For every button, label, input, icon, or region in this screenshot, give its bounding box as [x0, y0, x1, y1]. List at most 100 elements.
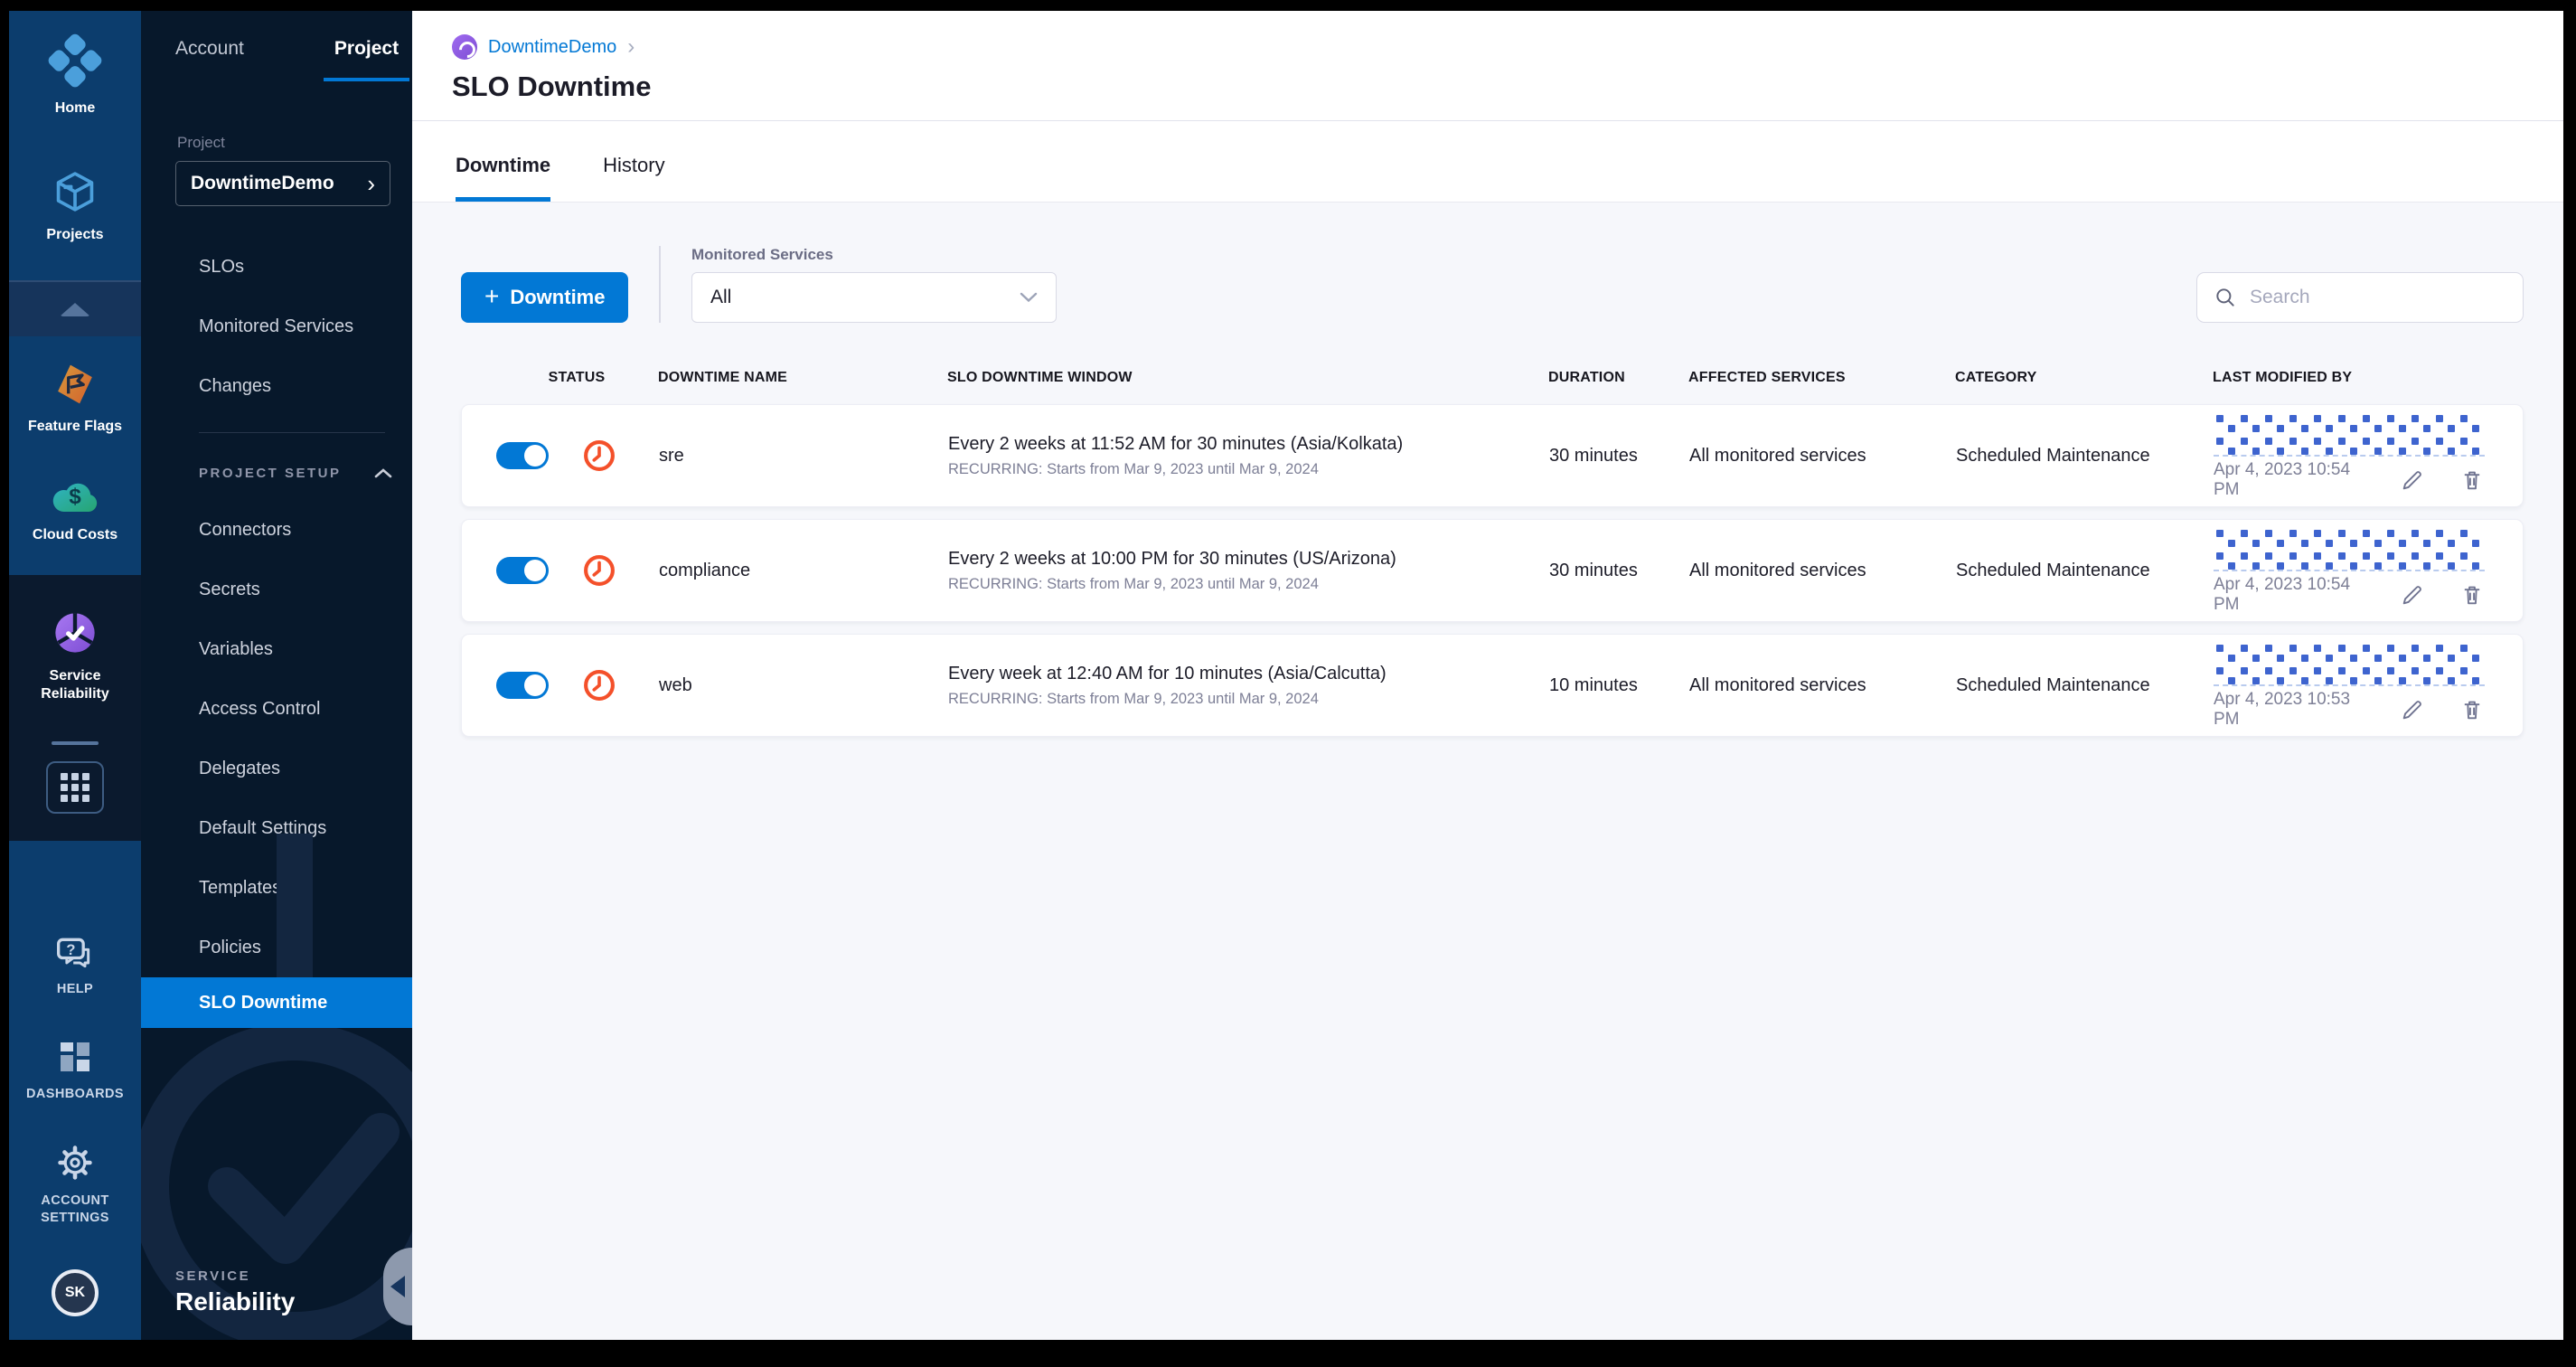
nav-item-policies[interactable]: Policies: [141, 918, 412, 977]
chevron-down-icon: [1020, 292, 1038, 303]
cloud-costs-icon: $: [52, 483, 98, 513]
nav-item-delegates[interactable]: Delegates: [141, 739, 412, 798]
table-row[interactable]: compliance Every 2 weeks at 10:00 PM for…: [461, 519, 2524, 622]
project-field-label: Project: [177, 134, 225, 151]
col-header-duration: DURATION: [1548, 370, 1625, 385]
nav-item-slo-downtime[interactable]: SLO Downtime: [141, 977, 412, 1028]
user-avatar[interactable]: SK: [52, 1269, 99, 1316]
table-row[interactable]: sre Every 2 weeks at 11:52 AM for 30 min…: [461, 404, 2524, 507]
trash-icon: [2464, 701, 2480, 720]
nav-item-variables[interactable]: Variables: [141, 619, 412, 679]
rail-item-feature-flags[interactable]: Feature Flags: [9, 362, 141, 436]
downtime-name: compliance: [659, 560, 751, 580]
status-toggle[interactable]: [496, 557, 549, 584]
table-header-row: STATUS DOWNTIME NAME SLO DOWNTIME WINDOW…: [461, 370, 2524, 386]
affected-services: All monitored services: [1689, 445, 1866, 466]
tab-history[interactable]: History: [603, 154, 664, 202]
rail-item-account-settings[interactable]: ACCOUNT SETTINGS: [9, 1144, 141, 1228]
rail-home-label: Home: [54, 100, 96, 116]
delete-button[interactable]: [2459, 697, 2485, 722]
edit-button[interactable]: [2400, 582, 2425, 608]
monitored-services-select[interactable]: All: [691, 272, 1057, 323]
page-header: DowntimeDemo › SLO Downtime: [412, 11, 2563, 121]
help-chat-icon: ?: [57, 938, 90, 967]
new-downtime-button[interactable]: + Downtime: [461, 272, 629, 323]
category: Scheduled Maintenance: [1956, 560, 2150, 580]
service-reliability-icon: [55, 613, 95, 653]
tab-account[interactable]: Account: [175, 38, 244, 81]
rail-selected-module-section: Service Reliability: [9, 575, 141, 841]
page-title: SLO Downtime: [452, 71, 652, 102]
nav-item-connectors[interactable]: Connectors: [141, 500, 412, 560]
project-nav-panel: Account Project Project DowntimeDemo › S…: [141, 11, 412, 1340]
nav-item-access-control[interactable]: Access Control: [141, 679, 412, 739]
rail-item-cloud-costs[interactable]: $ Cloud Costs: [9, 476, 141, 544]
duration: 30 minutes: [1549, 445, 1638, 466]
redacted-user: [2214, 526, 2485, 571]
breadcrumb-project-link[interactable]: DowntimeDemo: [488, 37, 616, 58]
nav-item-default-settings[interactable]: Default Settings: [141, 798, 412, 858]
nav-item-monitored-services[interactable]: Monitored Services: [141, 297, 412, 356]
redacted-user: [2214, 411, 2485, 457]
downtime-recurrence: RECURRING: Starts from Mar 9, 2023 until…: [948, 690, 1319, 707]
rail-collapse-strip[interactable]: [9, 280, 141, 336]
rail-account-settings-label-1: ACCOUNT: [41, 1193, 109, 1208]
downtime-recurrence: RECURRING: Starts from Mar 9, 2023 until…: [948, 460, 1319, 477]
status-toggle[interactable]: [496, 672, 549, 699]
project-selector[interactable]: DowntimeDemo ›: [175, 161, 390, 206]
trash-icon: [2464, 586, 2480, 605]
edit-button[interactable]: [2400, 697, 2425, 722]
rail-item-home[interactable]: Home: [9, 32, 141, 118]
chevron-left-icon: [390, 1276, 405, 1297]
toolbar-divider: [659, 246, 661, 323]
downtime-recurrence: RECURRING: Starts from Mar 9, 2023 until…: [948, 575, 1319, 592]
table-row[interactable]: web Every week at 12:40 AM for 10 minute…: [461, 634, 2524, 737]
module-brand: SERVICE Reliability: [175, 1268, 295, 1316]
toolbar: + Downtime Monitored Services All: [461, 246, 2524, 323]
grid-icon: [61, 773, 89, 802]
last-modified-date: Apr 4, 2023 10:54 PM: [2214, 460, 2351, 499]
col-header-slo-downtime-window: SLO DOWNTIME WINDOW: [947, 370, 1133, 385]
redacted-user: [2214, 641, 2485, 686]
page-tab-bar: Downtime History: [412, 121, 2563, 203]
status-toggle[interactable]: [496, 442, 549, 469]
nav-collapse-button[interactable]: [383, 1248, 412, 1325]
category: Scheduled Maintenance: [1956, 445, 2150, 466]
delete-button[interactable]: [2459, 582, 2485, 608]
nav-item-slos[interactable]: SLOs: [141, 237, 412, 297]
last-modified-date: Apr 4, 2023 10:53 PM: [2214, 690, 2351, 729]
delete-button[interactable]: [2459, 467, 2485, 493]
search-icon: [2216, 288, 2234, 306]
rail-item-projects[interactable]: Projects: [9, 168, 141, 244]
rail-dashboards-label: DASHBOARDS: [26, 1086, 124, 1101]
tab-project[interactable]: Project: [323, 38, 410, 81]
nav-section-project-setup[interactable]: PROJECT SETUP: [141, 446, 412, 500]
col-header-affected-services: AFFECTED SERVICES: [1688, 370, 1846, 385]
rail-help-label: HELP: [56, 981, 94, 996]
search-input[interactable]: [2250, 287, 2506, 308]
rail-account-settings-label-2: SETTINGS: [41, 1211, 109, 1226]
downtime-window: Every 2 weeks at 10:00 PM for 30 minutes…: [948, 548, 1396, 569]
tab-downtime[interactable]: Downtime: [456, 154, 551, 202]
nav-item-secrets[interactable]: Secrets: [141, 560, 412, 619]
trash-icon: [2464, 471, 2480, 490]
pencil-icon: [2402, 471, 2421, 490]
monitored-services-select-value: All: [710, 287, 732, 307]
rail-item-help[interactable]: ? HELP: [9, 936, 141, 997]
rail-item-dashboards[interactable]: DASHBOARDS: [9, 1039, 141, 1102]
edit-button[interactable]: [2400, 467, 2425, 493]
downtime-content: + Downtime Monitored Services All Search…: [412, 203, 2563, 1340]
nav-item-changes[interactable]: Changes: [141, 356, 412, 416]
brand-service-label: SERVICE: [175, 1268, 251, 1284]
harness-home-icon: [42, 32, 108, 99]
downtime-name: sre: [659, 445, 684, 466]
rail-divider: [52, 741, 99, 745]
rail-item-service-reliability[interactable]: Service Reliability: [25, 609, 125, 703]
main-content: DowntimeDemo › SLO Downtime Downtime His…: [412, 11, 2563, 1340]
dashboards-icon: [61, 1042, 89, 1071]
all-modules-button[interactable]: [46, 761, 104, 814]
svg-text:?: ?: [66, 941, 75, 957]
monitored-services-filter-label: Monitored Services: [691, 246, 833, 263]
nav-item-templates[interactable]: Templates: [141, 858, 412, 918]
col-header-downtime-name: DOWNTIME NAME: [658, 370, 788, 385]
